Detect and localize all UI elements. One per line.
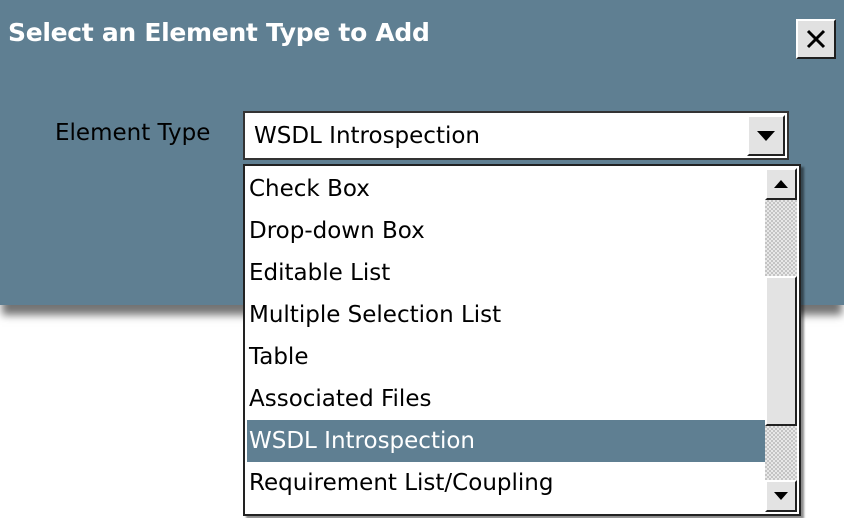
scroll-up-button[interactable] — [765, 168, 797, 200]
dropdown-options: Check Box Drop-down Box Editable List Mu… — [247, 168, 767, 504]
close-icon — [806, 29, 826, 49]
list-item-drop-down-box[interactable]: Drop-down Box — [247, 210, 767, 252]
list-item-table[interactable]: Table — [247, 336, 767, 378]
list-item-editable-list[interactable]: Editable List — [247, 252, 767, 294]
element-type-dropdown-list[interactable]: Check Box Drop-down Box Editable List Mu… — [243, 164, 801, 516]
list-item-check-box[interactable]: Check Box — [247, 168, 767, 210]
dialog-titlebar: Select an Element Type to Add — [0, 0, 844, 68]
list-item-requirement-list-coupling[interactable]: Requirement List/Coupling — [247, 462, 767, 504]
list-item-multiple-selection-list[interactable]: Multiple Selection List — [247, 294, 767, 336]
list-item-wsdl-introspection[interactable]: WSDL Introspection — [247, 420, 767, 462]
close-button[interactable] — [796, 19, 836, 59]
list-item-associated-files[interactable]: Associated Files — [247, 378, 767, 420]
element-type-combobox[interactable]: WSDL Introspection — [243, 111, 789, 160]
dialog-title: Select an Element Type to Add — [8, 18, 430, 47]
element-type-label: Element Type — [55, 120, 211, 146]
scroll-up-arrow-icon — [774, 180, 788, 188]
chevron-down-icon — [757, 130, 775, 141]
scrollbar-thumb[interactable] — [765, 276, 797, 426]
element-type-selected-value: WSDL Introspection — [254, 123, 481, 149]
scroll-down-button[interactable] — [765, 480, 797, 512]
scroll-down-arrow-icon — [774, 492, 788, 500]
dropdown-toggle-button[interactable] — [747, 115, 785, 156]
dropdown-scrollbar[interactable] — [765, 168, 797, 512]
